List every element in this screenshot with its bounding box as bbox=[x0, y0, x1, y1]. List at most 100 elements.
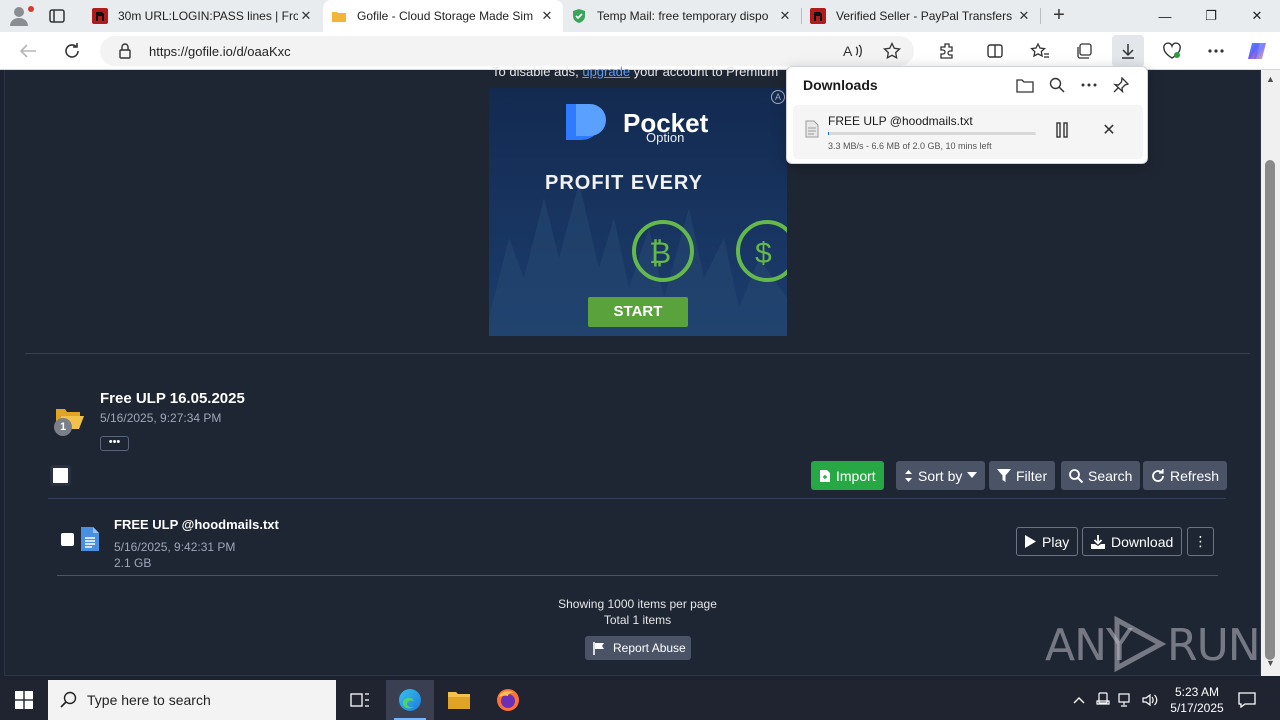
sort-icon bbox=[905, 469, 912, 482]
open-folder-icon[interactable] bbox=[1015, 75, 1035, 95]
split-screen-icon[interactable] bbox=[984, 40, 1006, 62]
download-icon bbox=[1091, 534, 1105, 549]
filter-button[interactable]: Filter bbox=[989, 461, 1056, 490]
device-icon[interactable] bbox=[1094, 690, 1112, 710]
gofile-icon bbox=[331, 8, 347, 24]
volume-icon[interactable] bbox=[1141, 690, 1159, 710]
windows-taskbar: Type here to search 5:23 AM 5/17/2025 bbox=[0, 680, 1280, 720]
file-name[interactable]: FREE ULP @hoodmails.txt bbox=[114, 517, 279, 532]
more-options-icon[interactable] bbox=[1079, 75, 1099, 95]
page-scrollbar[interactable]: ▲ ▼ bbox=[1261, 70, 1280, 676]
download-button[interactable]: Download bbox=[1082, 527, 1183, 556]
show-hidden-icons-icon[interactable] bbox=[1070, 690, 1088, 710]
refresh-icon bbox=[1152, 468, 1164, 482]
search-downloads-icon[interactable] bbox=[1047, 75, 1067, 95]
ad-start-button[interactable]: START bbox=[588, 297, 688, 327]
copilot-icon[interactable] bbox=[1246, 40, 1268, 62]
taskbar-search-placeholder: Type here to search bbox=[87, 692, 211, 708]
search-label: Search bbox=[1088, 467, 1133, 484]
back-button[interactable] bbox=[16, 39, 40, 63]
file-icon bbox=[805, 120, 819, 143]
extensions-icon[interactable] bbox=[936, 40, 958, 62]
collections-icon[interactable] bbox=[1073, 40, 1095, 62]
pin-icon[interactable] bbox=[1111, 75, 1131, 95]
taskbar-search-box[interactable]: Type here to search bbox=[48, 680, 336, 720]
browser-essentials-icon[interactable] bbox=[1161, 40, 1183, 62]
flag-icon bbox=[593, 641, 604, 655]
file-date: 5/16/2025, 9:42:31 PM bbox=[114, 540, 236, 554]
tab-0[interactable]: 30m URL:LOGIN:PASS lines | From ✕ bbox=[84, 0, 322, 32]
text-file-icon bbox=[81, 527, 99, 556]
download-icon[interactable] bbox=[1117, 40, 1139, 62]
read-aloud-icon[interactable]: A bbox=[843, 42, 863, 65]
upgrade-link[interactable]: upgrade bbox=[582, 64, 630, 79]
select-all-checkbox[interactable] bbox=[50, 465, 71, 486]
new-tab-button[interactable]: + bbox=[1048, 4, 1070, 28]
adchoices-icon[interactable]: A bbox=[771, 90, 785, 104]
tab-close-icon[interactable]: ✕ bbox=[539, 8, 555, 24]
downloads-panel: Downloads FREE ULP @hoodmails.txt 3.3 MB… bbox=[786, 66, 1148, 164]
profile-avatar-icon[interactable] bbox=[8, 5, 34, 27]
refresh-label: Refresh bbox=[1170, 467, 1220, 484]
site-icon-red bbox=[92, 8, 108, 24]
favorites-icon[interactable] bbox=[1029, 40, 1051, 62]
download-filename[interactable]: FREE ULP @hoodmails.txt bbox=[828, 114, 973, 128]
folder-more-button[interactable]: ••• bbox=[100, 436, 129, 451]
edge-browser-icon[interactable] bbox=[386, 680, 434, 720]
play-button[interactable]: Play bbox=[1016, 527, 1079, 556]
cancel-download-icon[interactable]: ✕ bbox=[1098, 119, 1120, 141]
task-view-icon[interactable] bbox=[336, 680, 384, 720]
ad-notice-text: To disable ads, bbox=[492, 64, 583, 79]
tab-close-icon[interactable]: ✕ bbox=[1016, 8, 1032, 24]
svg-text:$: $ bbox=[755, 237, 772, 270]
firefox-icon[interactable] bbox=[484, 680, 532, 720]
browser-tab-bar: 30m URL:LOGIN:PASS lines | From ✕ Gofile… bbox=[0, 0, 1280, 32]
downloads-title: Downloads bbox=[803, 77, 878, 93]
pause-icon[interactable] bbox=[1051, 119, 1073, 141]
tab-actions-icon[interactable] bbox=[48, 7, 68, 25]
tab-1[interactable]: Gofile - Cloud Storage Made Sim ✕ bbox=[323, 0, 563, 32]
file-explorer-icon[interactable] bbox=[435, 680, 483, 720]
address-bar[interactable]: https://gofile.io/d/oaaKxc A bbox=[100, 36, 914, 66]
minimize-button[interactable]: — bbox=[1142, 0, 1188, 32]
svg-text:A: A bbox=[843, 43, 853, 59]
site-icon-red bbox=[810, 8, 826, 24]
scrollbar-thumb[interactable] bbox=[1265, 160, 1275, 660]
file-checkbox[interactable] bbox=[61, 533, 74, 546]
search-button[interactable]: Search bbox=[1061, 461, 1141, 490]
close-window-button[interactable]: ✕ bbox=[1234, 0, 1280, 32]
settings-more-icon[interactable] bbox=[1205, 40, 1227, 62]
watermark-text-right: RUN bbox=[1167, 620, 1261, 671]
maximize-button[interactable]: ❐ bbox=[1188, 0, 1234, 32]
ad-headline: PROFIT EVERY bbox=[545, 172, 703, 194]
scroll-down-arrow-icon[interactable]: ▼ bbox=[1266, 658, 1275, 668]
notifications-icon[interactable] bbox=[1236, 689, 1258, 711]
tab-title: Gofile - Cloud Storage Made Sim bbox=[357, 9, 534, 23]
report-abuse-button[interactable]: Report Abuse bbox=[585, 636, 691, 660]
sort-by-button[interactable]: Sort by bbox=[896, 461, 986, 490]
tab-2[interactable]: Temp Mail: free temporary dispo ✕ bbox=[563, 0, 801, 32]
download-status: 3.3 MB/s - 6.6 MB of 2.0 GB, 10 mins lef… bbox=[828, 141, 992, 151]
taskbar-clock[interactable]: 5:23 AM 5/17/2025 bbox=[1162, 684, 1232, 716]
url-text[interactable]: https://gofile.io/d/oaaKxc bbox=[149, 44, 291, 59]
import-button[interactable]: Import bbox=[811, 461, 884, 490]
tab-close-icon[interactable]: ✕ bbox=[298, 8, 314, 24]
folder-count-badge: 1 bbox=[54, 418, 72, 436]
tab-3[interactable]: Verified Seller - PayPal Transfers - ✕ bbox=[802, 0, 1040, 32]
tab-close-icon[interactable]: ✕ bbox=[777, 8, 793, 24]
download-item[interactable]: FREE ULP @hoodmails.txt 3.3 MB/s - 6.6 M… bbox=[793, 105, 1143, 159]
pocket-option-logo-icon bbox=[566, 104, 606, 140]
reload-button[interactable] bbox=[60, 39, 84, 63]
favorite-star-icon[interactable] bbox=[883, 41, 901, 65]
windows-start-icon[interactable] bbox=[0, 680, 48, 720]
refresh-button[interactable]: Refresh bbox=[1143, 461, 1228, 490]
import-file-icon bbox=[820, 469, 830, 482]
scroll-up-arrow-icon[interactable]: ▲ bbox=[1266, 74, 1275, 84]
network-icon[interactable] bbox=[1117, 690, 1135, 710]
filter-label: Filter bbox=[1016, 467, 1048, 484]
file-more-button[interactable]: ⋮ bbox=[1187, 527, 1214, 556]
search-icon bbox=[60, 691, 78, 714]
tab-title: Temp Mail: free temporary dispo bbox=[597, 9, 769, 23]
advertisement-banner[interactable]: ₿ $ Pocket Option PROFIT EVERY START A bbox=[489, 88, 787, 336]
lock-icon[interactable] bbox=[118, 43, 132, 64]
